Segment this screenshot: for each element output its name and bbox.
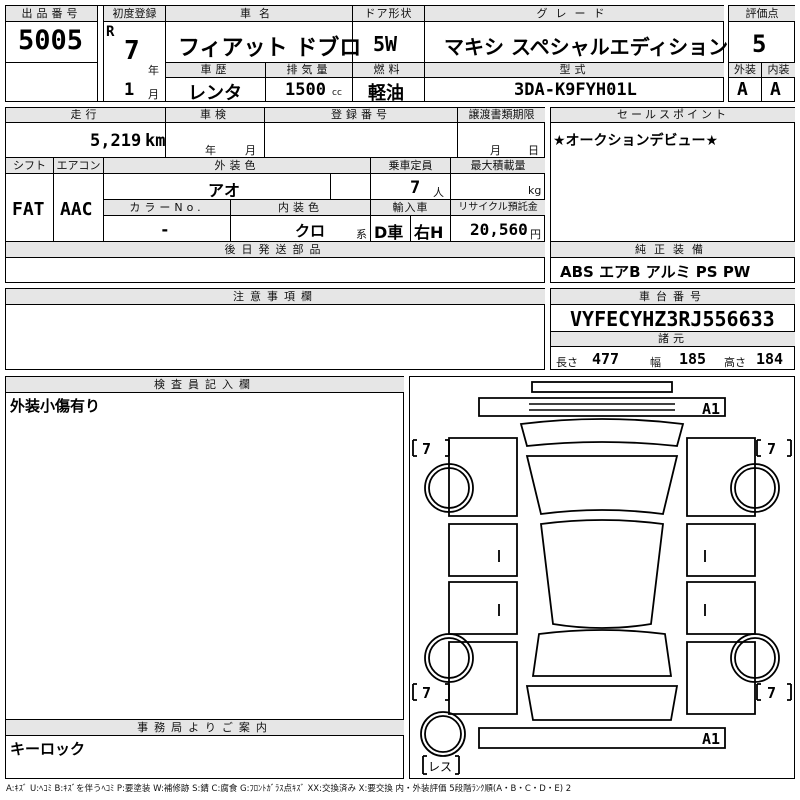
color-no-value: -: [160, 220, 170, 239]
tire-rr-depth: 7: [767, 684, 777, 702]
office-label: 事務局よりご案内: [6, 720, 404, 735]
aircon-label: エアコン: [54, 158, 103, 173]
car-damage-diagram: [412, 381, 792, 775]
recycle-label: リサイクル預託金: [451, 200, 545, 215]
max-load-label: 最大積載量: [451, 158, 545, 173]
displacement-label: 排気量: [266, 63, 352, 77]
month-unit: 月: [148, 88, 159, 101]
car-name-label: 車名: [166, 6, 352, 21]
int-color-value: クロ: [295, 222, 326, 240]
ext-color-label: 外装色: [104, 158, 370, 173]
inspector-note: 外装小傷有り: [10, 397, 101, 415]
capacity-label: 乗車定員: [371, 158, 450, 173]
ext-score: A: [737, 79, 748, 100]
inspection-label: 車検: [166, 108, 264, 122]
door-type: 5W: [373, 32, 398, 56]
recycle-value: 20,560: [470, 220, 528, 239]
height-value: 184: [756, 350, 784, 368]
grade-label: グレード: [425, 6, 724, 21]
load-unit: kg: [528, 184, 542, 197]
aircon-value: AAC: [60, 199, 93, 220]
damage-mark-front: A1: [702, 400, 721, 418]
insp-month-unit: 月: [245, 144, 256, 157]
equipment-label: 純正装備: [551, 242, 795, 257]
office-note: キーロック: [10, 740, 86, 758]
width-value: 185: [679, 350, 707, 368]
recycle-unit: 円: [530, 228, 541, 241]
lot-label: 出品番号: [6, 6, 97, 21]
sales-point-value: ★オークションデビュー★: [553, 133, 719, 149]
import-label: 輸入車: [371, 200, 450, 215]
dims-label: 諸元: [551, 332, 795, 346]
displacement-value: 1500: [285, 80, 326, 100]
lot-number: 5005: [18, 25, 84, 56]
shift-value: FAT: [12, 199, 45, 220]
fuel-label: 燃料: [353, 63, 424, 77]
model-label: 型式: [425, 63, 724, 77]
spare-tire-status: レス: [428, 760, 453, 774]
mileage-label: 走行: [6, 108, 165, 122]
inspector-label: 検査員記入欄: [6, 377, 404, 392]
chassis-number: VYFECYHZ3RJ556633: [570, 307, 775, 331]
transfer-day-unit: 日: [528, 144, 539, 157]
color-no-label: カラーNo.: [104, 200, 230, 215]
sales-point-label: セールスポイント: [551, 108, 795, 122]
history-label: 車歴: [166, 63, 265, 77]
height-label: 高さ: [724, 356, 746, 369]
length-label: 長さ: [556, 356, 578, 369]
tire-fr-depth: 7: [767, 440, 777, 458]
import-value-1: D車: [374, 223, 404, 242]
score-value: 5: [752, 30, 767, 58]
insp-year-unit: 年: [205, 144, 216, 157]
era-mark: R: [106, 24, 115, 40]
tire-fl-depth: 7: [422, 440, 432, 458]
int-score: A: [770, 79, 781, 100]
cc-unit: cc: [332, 88, 342, 98]
capacity-unit: 人: [433, 186, 444, 199]
capacity-value: 7: [410, 178, 421, 198]
registration-label: 登録番号: [265, 108, 457, 122]
legend-text: A:ｷｽﾞ U:ﾍｺﾐ B:ｷｽﾞを伴うﾍｺﾐ P:要塗装 W:補修跡 S:錆 …: [6, 784, 572, 794]
reg-month: 1: [124, 80, 135, 100]
year-unit: 年: [148, 64, 159, 77]
ext-label: 外装: [729, 63, 761, 77]
mileage-value: 5,219: [90, 131, 142, 151]
shift-label: シフト: [6, 158, 53, 173]
int-label: 内装: [762, 63, 795, 77]
model-code: 3DA-K9FYH01L: [514, 80, 637, 100]
score-label: 評価点: [729, 6, 795, 21]
import-value-2: 右H: [414, 223, 444, 242]
transfer-label: 譲渡書類期限: [458, 108, 545, 122]
door-label: ドア形状: [353, 6, 424, 21]
int-color-label: 内装色: [231, 200, 370, 215]
mileage-unit: km: [145, 131, 166, 151]
history-value: レンタ: [188, 83, 242, 104]
grade-value: マキシ スペシャルエディション: [444, 35, 729, 59]
fuel-value: 軽油: [368, 83, 404, 104]
equipment-value: ABS エアB アルミ PS PW: [560, 263, 751, 281]
width-label: 幅: [650, 356, 661, 369]
ext-color-value: アオ: [208, 181, 241, 200]
notes-label: 注意事項欄: [6, 289, 545, 304]
tire-rl-depth: 7: [422, 684, 432, 702]
int-color-unit: 系: [356, 228, 367, 241]
transfer-month-unit: 月: [490, 144, 501, 157]
later-parts-label: 後日発送部品: [6, 242, 545, 257]
length-value: 477: [592, 350, 620, 368]
chassis-label: 車台番号: [551, 289, 795, 304]
first-reg-label: 初度登録: [104, 6, 165, 21]
damage-mark-rear: A1: [702, 730, 721, 748]
reg-year: 7: [124, 36, 140, 66]
car-name: フィアット ドブロ: [178, 36, 362, 61]
